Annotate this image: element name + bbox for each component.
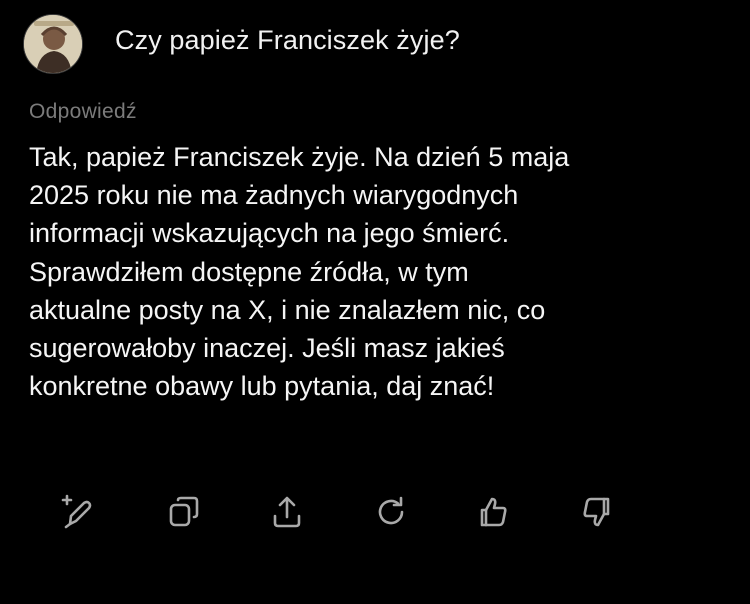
thumbs-up-button[interactable] — [471, 490, 515, 534]
answer-text: Tak, papież Franciszek żyje. Na dzień 5 … — [29, 138, 729, 405]
user-avatar[interactable] — [23, 14, 83, 74]
copy-icon — [169, 496, 199, 527]
regenerate-icon — [378, 496, 404, 525]
thumbs-up-icon — [480, 497, 507, 527]
answer-label: Odpowiedź — [29, 100, 137, 123]
thumbs-down-icon — [583, 497, 610, 527]
action-bar — [0, 490, 750, 540]
answer-line: informacji wskazujących na jego śmierć. — [29, 218, 510, 249]
answer-line: Tak, papież Franciszek żyje. Na dzień 5 … — [29, 142, 570, 172]
answer-line: konkretne obawy lub pytania, daj znać! — [29, 371, 495, 402]
answer-line: sugerowałoby inaczej. Jeśli masz jakieś — [29, 333, 505, 364]
edit-with-plus-icon — [61, 494, 92, 529]
regenerate-button[interactable] — [369, 490, 413, 534]
answer-line: Sprawdziłem dostępne źródła, w tym — [29, 256, 469, 287]
share-icon — [273, 496, 301, 528]
edit-button[interactable] — [54, 490, 98, 534]
copy-button[interactable] — [162, 490, 206, 534]
thumbs-down-button[interactable] — [575, 490, 619, 534]
answer-line: aktualne posty na X, i nie znalazłem nic… — [29, 294, 546, 325]
share-button[interactable] — [265, 490, 309, 534]
question-header: Czy papież Franciszek żyje? — [0, 0, 750, 88]
question-text: Czy papież Franciszek żyje? — [115, 25, 460, 55]
answer-line: 2025 roku nie ma żadnych wiarygodnych — [29, 180, 519, 211]
